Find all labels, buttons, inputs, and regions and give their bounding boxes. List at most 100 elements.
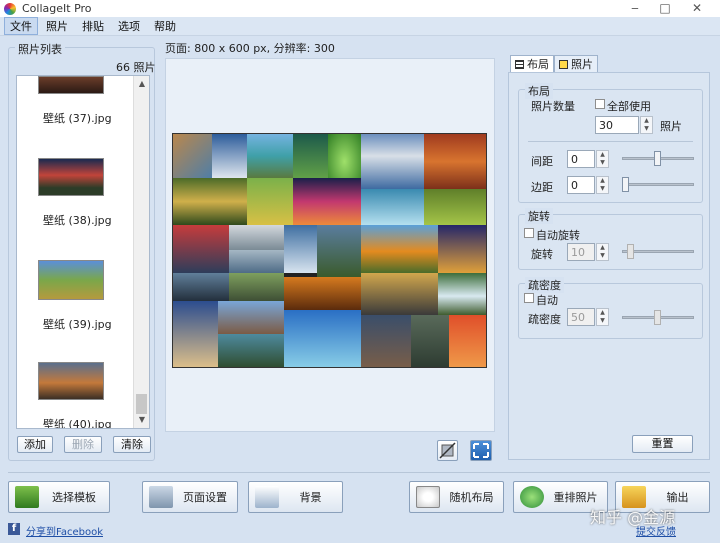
scroll-up-icon[interactable]: ▲ xyxy=(134,76,149,92)
margin-slider-track[interactable] xyxy=(622,183,694,186)
margin-stepper[interactable]: ▲ ▼ xyxy=(596,176,609,194)
tab-photo-label: 照片 xyxy=(571,58,593,71)
choose-template-button[interactable]: 选择模板 xyxy=(8,481,110,513)
collage-photo[interactable] xyxy=(218,301,284,334)
collage-photo[interactable] xyxy=(212,134,247,178)
minimize-button[interactable]: ‒ xyxy=(620,0,650,17)
collage-photo[interactable] xyxy=(247,178,293,225)
density-stepper[interactable]: ▲ ▼ xyxy=(596,308,609,326)
rotation-input[interactable]: 10 xyxy=(567,243,595,261)
collage-photo[interactable] xyxy=(284,277,361,310)
collage-photo[interactable] xyxy=(284,310,361,367)
scroll-thumb[interactable] xyxy=(136,394,147,414)
collage-photo[interactable] xyxy=(229,225,284,250)
facebook-icon: f xyxy=(8,523,20,535)
collage-photo[interactable] xyxy=(438,225,486,273)
photo-count-stepper[interactable]: ▲ ▼ xyxy=(640,116,653,134)
auto-rotate-checkbox[interactable] xyxy=(524,228,534,238)
rotation-group-title: 旋转 xyxy=(525,208,553,224)
collage-photo[interactable] xyxy=(173,273,229,301)
menu-help[interactable]: 帮助 xyxy=(148,17,182,35)
spacing-label: 间距 xyxy=(531,155,553,168)
rotation-stepper[interactable]: ▲ ▼ xyxy=(596,243,609,261)
list-scrollbar[interactable]: ▲ ▼ xyxy=(133,76,149,428)
margin-label: 边距 xyxy=(531,181,553,194)
collage-photo[interactable] xyxy=(218,334,284,367)
collage-photo[interactable] xyxy=(229,250,284,273)
page-setup-button[interactable]: 页面设置 xyxy=(142,481,238,513)
spacing-slider-thumb[interactable] xyxy=(654,151,661,166)
menu-arrange[interactable]: 排贴 xyxy=(76,17,110,35)
share-facebook-link[interactable]: 分享到Facebook xyxy=(26,523,103,538)
collage-photo[interactable] xyxy=(173,301,218,367)
auto-density-label: 自动 xyxy=(536,294,558,307)
menu-photo[interactable]: 照片 xyxy=(40,17,74,35)
watermark: 知乎 @金源 xyxy=(590,508,676,527)
margin-slider-thumb[interactable] xyxy=(622,177,629,192)
tab-layout-label: 布局 xyxy=(527,58,549,71)
add-photo-button[interactable]: 添加 xyxy=(17,436,53,453)
menu-file[interactable]: 文件 xyxy=(4,17,38,35)
photo-icon xyxy=(559,59,568,69)
rotation-label: 旋转 xyxy=(531,248,553,261)
tab-layout[interactable]: 布局 xyxy=(510,55,554,72)
photo-thumbnail xyxy=(38,76,104,94)
collage-photo[interactable] xyxy=(438,273,486,315)
clear-photos-button[interactable]: 清除 xyxy=(113,436,151,453)
collage-photo[interactable] xyxy=(229,273,284,301)
collage-photo[interactable] xyxy=(411,315,449,367)
density-slider-thumb[interactable] xyxy=(654,310,661,325)
margin-input[interactable]: 0 xyxy=(567,176,595,194)
collage-photo[interactable] xyxy=(449,315,486,367)
collage-photo[interactable] xyxy=(361,134,424,189)
collage-photo[interactable] xyxy=(361,225,438,273)
menu-options[interactable]: 选项 xyxy=(112,17,146,35)
spacing-stepper[interactable]: ▲ ▼ xyxy=(596,150,609,168)
collage-photo[interactable] xyxy=(173,225,229,273)
collage-photo[interactable] xyxy=(173,178,247,225)
close-button[interactable]: ✕ xyxy=(682,0,712,17)
density-input[interactable]: 50 xyxy=(567,308,595,326)
fit-view-icon xyxy=(473,443,489,458)
scroll-down-icon[interactable]: ▼ xyxy=(134,412,149,428)
photo-list-title: 照片列表 xyxy=(15,41,65,57)
separator xyxy=(528,141,693,142)
random-layout-button[interactable]: 随机布局 xyxy=(409,481,504,513)
tab-photo[interactable]: 照片 xyxy=(554,55,598,72)
collage-photo[interactable] xyxy=(293,134,328,178)
delete-photo-button[interactable]: 删除 xyxy=(64,436,102,453)
auto-rotate-label: 自动旋转 xyxy=(536,229,580,242)
crop-button[interactable] xyxy=(437,440,458,461)
collage-photo[interactable] xyxy=(173,134,212,178)
template-icon xyxy=(15,486,39,508)
collage-photo[interactable] xyxy=(361,315,411,367)
collage-preview[interactable] xyxy=(172,133,487,368)
photo-unit-label: 照片 xyxy=(660,120,682,133)
collage-photo[interactable] xyxy=(361,273,438,315)
reset-button[interactable]: 重置 xyxy=(632,435,693,453)
collage-photo[interactable] xyxy=(284,225,317,273)
shuffle-icon xyxy=(520,486,544,508)
fit-view-button[interactable] xyxy=(470,440,492,461)
collage-photo[interactable] xyxy=(247,134,293,178)
photo-filename: 壁纸 (37).jpg xyxy=(43,112,112,125)
photo-thumbnail xyxy=(38,158,104,196)
collage-photo[interactable] xyxy=(293,178,361,225)
collage-photo[interactable] xyxy=(424,189,486,225)
auto-density-checkbox[interactable] xyxy=(524,293,534,303)
spacing-input[interactable]: 0 xyxy=(567,150,595,168)
photo-count-input[interactable]: 30 xyxy=(595,116,639,134)
layout-group-title: 布局 xyxy=(525,83,553,99)
collage-photo[interactable] xyxy=(424,134,486,189)
photo-filename: 壁纸 (40).jpg xyxy=(43,418,112,429)
photo-thumbnail xyxy=(38,362,104,400)
maximize-button[interactable]: □ xyxy=(650,0,680,17)
collage-photo[interactable] xyxy=(317,225,361,277)
photo-list[interactable]: 壁纸 (37).jpg 壁纸 (38).jpg 壁纸 (39).jpg 壁纸 (… xyxy=(16,75,150,429)
background-button[interactable]: 背景 xyxy=(248,481,343,513)
collage-photo[interactable] xyxy=(361,189,424,225)
photo-filename: 壁纸 (38).jpg xyxy=(43,214,112,227)
rotation-slider-thumb[interactable] xyxy=(627,244,634,259)
app-logo-icon xyxy=(4,2,16,15)
use-all-checkbox[interactable] xyxy=(595,99,605,109)
